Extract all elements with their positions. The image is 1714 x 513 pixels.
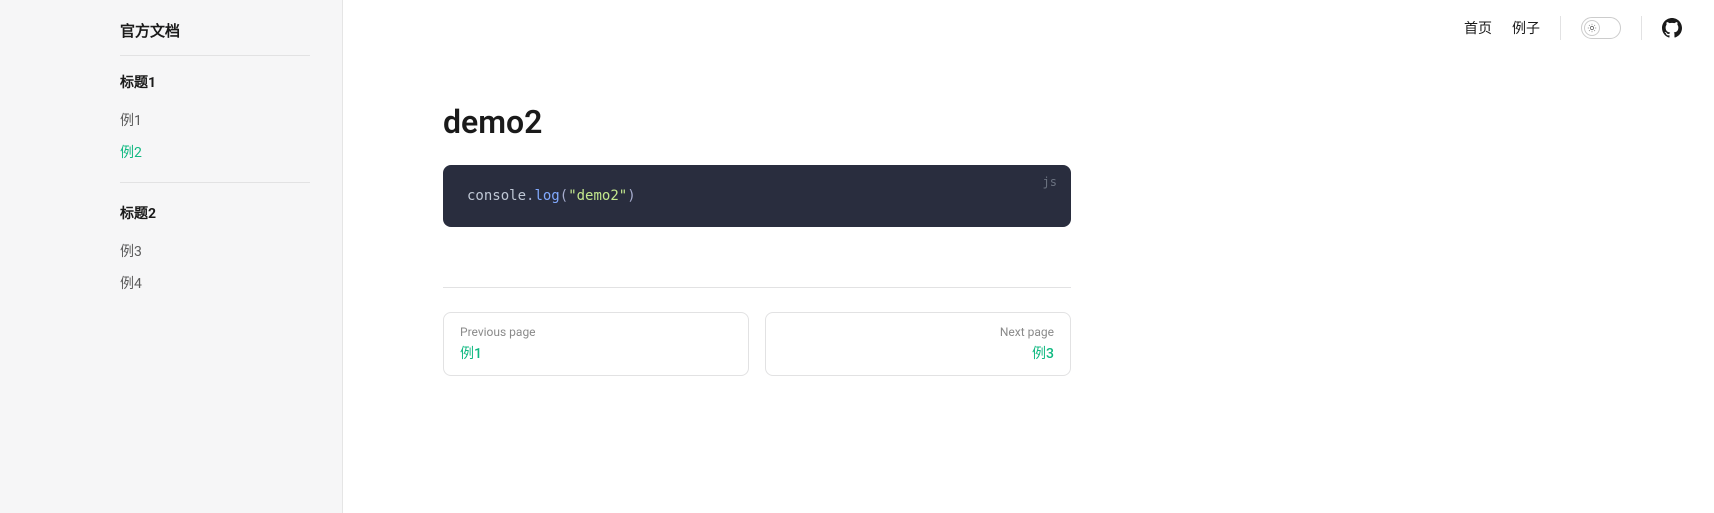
code-token: "demo2": [568, 188, 627, 204]
sidebar-item-ex1[interactable]: 例1: [120, 104, 310, 136]
sidebar-group-0: 标题1 例1 例2: [120, 68, 310, 183]
theme-toggle[interactable]: [1581, 17, 1621, 39]
next-page-label: Next page: [782, 325, 1054, 339]
code-token: log: [534, 188, 559, 204]
sidebar-item-ex4[interactable]: 例4: [120, 267, 310, 299]
github-icon: [1662, 18, 1682, 38]
code-token: ): [627, 188, 635, 204]
nav-link-examples[interactable]: 例子: [1512, 18, 1540, 38]
sun-icon: [1587, 23, 1597, 33]
prev-page-link[interactable]: Previous page 例1: [443, 312, 749, 376]
prev-page-title: 例1: [460, 343, 732, 363]
sidebar-group-1: 标题2 例3 例4: [120, 199, 310, 313]
code-token: (: [560, 188, 568, 204]
divider: [1560, 16, 1561, 40]
github-link[interactable]: [1662, 18, 1682, 38]
divider: [1641, 16, 1642, 40]
code-lang-label: js: [1043, 173, 1057, 192]
prev-page-label: Previous page: [460, 325, 732, 339]
sidebar-group-title: 标题2: [120, 199, 310, 227]
sidebar: 官方文档 标题1 例1 例2 标题2 例3 例4: [0, 0, 343, 513]
sidebar-item-ex3[interactable]: 例3: [120, 235, 310, 267]
page-title: demo2: [443, 103, 1071, 141]
nav-footer: Previous page 例1 Next page 例3: [443, 287, 1071, 376]
nav-link-home[interactable]: 首页: [1464, 18, 1492, 38]
next-page-link[interactable]: Next page 例3: [765, 312, 1071, 376]
sidebar-title: 官方文档: [120, 20, 310, 56]
main: 首页 例子: [343, 0, 1714, 513]
sidebar-group-title: 标题1: [120, 68, 310, 96]
code-block: js console.log("demo2"): [443, 165, 1071, 227]
code-content: console.log("demo2"): [467, 185, 1047, 207]
next-page-title: 例3: [782, 343, 1054, 363]
sidebar-item-ex2[interactable]: 例2: [120, 136, 310, 168]
content: demo2 js console.log("demo2") Previous p…: [343, 55, 1131, 424]
theme-toggle-knob: [1584, 20, 1600, 36]
header: 首页 例子: [343, 0, 1714, 55]
code-token: console: [467, 188, 526, 204]
